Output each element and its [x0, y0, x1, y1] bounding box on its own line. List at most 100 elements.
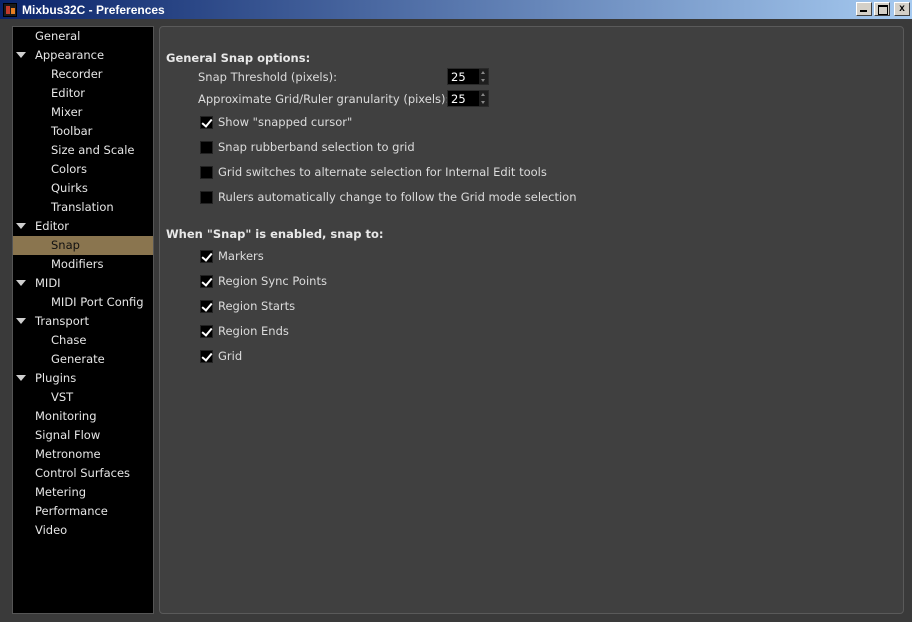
checkbox-label: Region Sync Points	[218, 274, 327, 288]
checkbox[interactable]	[200, 190, 213, 204]
expand-triangle-icon[interactable]	[16, 375, 26, 381]
close-button[interactable]: x	[894, 2, 910, 16]
sidebar-item-label: Transport	[35, 314, 89, 328]
sidebar-item-label: Recorder	[51, 67, 103, 81]
sidebar-item-size-and-scale[interactable]: Size and Scale	[13, 141, 153, 160]
checkbox-label: Markers	[218, 249, 264, 263]
sidebar-item-label: Video	[35, 523, 68, 537]
snap-threshold-value: 25	[451, 70, 466, 84]
expand-triangle-icon[interactable]	[16, 223, 26, 229]
checkbox[interactable]	[200, 324, 213, 338]
checkbox-label: Grid	[218, 349, 243, 363]
sidebar-item-editor[interactable]: Editor	[13, 217, 153, 236]
sidebar-item-label: Mixer	[51, 105, 83, 119]
expand-triangle-icon[interactable]	[16, 318, 26, 324]
sidebar-item-chase[interactable]: Chase	[13, 331, 153, 350]
sidebar-item-signal-flow[interactable]: Signal Flow	[13, 426, 153, 445]
expand-triangle-icon[interactable]	[16, 52, 26, 58]
sidebar-item-metronome[interactable]: Metronome	[13, 445, 153, 464]
app-icon[interactable]	[3, 2, 17, 17]
sidebar-item-recorder[interactable]: Recorder	[13, 65, 153, 84]
sidebar-item-vst[interactable]: VST	[13, 388, 153, 407]
checkbox-label: Show "snapped cursor"	[218, 115, 353, 129]
spinner-arrows[interactable]	[479, 69, 488, 84]
checkbox[interactable]	[200, 274, 213, 288]
sidebar-item-midi[interactable]: MIDI	[13, 274, 153, 293]
sidebar-item-appearance[interactable]: Appearance	[13, 46, 153, 65]
sidebar-item-label: General	[35, 29, 81, 43]
sidebar-item-label: Toolbar	[51, 124, 93, 138]
sidebar-item-label: Translation	[51, 200, 114, 214]
checkbox-label: Grid switches to alternate selection for…	[218, 165, 547, 179]
sidebar-item-general[interactable]: General	[13, 27, 153, 46]
sidebar-item-control-surfaces[interactable]: Control Surfaces	[13, 464, 153, 483]
preferences-sidebar: General Appearance Recorder Editor Mixer Tool…	[12, 26, 154, 614]
sidebar-item-performance[interactable]: Performance	[13, 502, 153, 521]
checkbox[interactable]	[200, 140, 213, 154]
minimize-button[interactable]	[856, 2, 872, 16]
sidebar-item-label: Plugins	[35, 371, 77, 385]
sidebar-item-plugins[interactable]: Plugins	[13, 369, 153, 388]
sidebar-item-snap[interactable]: Snap	[13, 236, 153, 255]
sidebar-item-label: Performance	[35, 504, 108, 518]
sidebar-item-editor[interactable]: Editor	[13, 84, 153, 103]
sidebar-item-label: Quirks	[51, 181, 88, 195]
snap-threshold-label: Snap Threshold (pixels):	[198, 70, 337, 84]
checkbox[interactable]	[200, 349, 213, 363]
sidebar-item-label: Generate	[51, 352, 105, 366]
expand-triangle-icon[interactable]	[16, 280, 26, 286]
sidebar-item-mixer[interactable]: Mixer	[13, 103, 153, 122]
sidebar-item-translation[interactable]: Translation	[13, 198, 153, 217]
checkbox-row-markers[interactable]: Markers	[200, 248, 264, 264]
checkbox-row-region-ends[interactable]: Region Ends	[200, 323, 289, 339]
title-bar: Mixbus32C - Preferences x	[0, 0, 912, 19]
sidebar-item-midi-port-config[interactable]: MIDI Port Config	[13, 293, 153, 312]
checkbox-label: Region Starts	[218, 299, 296, 313]
sidebar-item-label: Metronome	[35, 447, 101, 461]
sidebar-item-label: Chase	[51, 333, 87, 347]
sidebar-item-quirks[interactable]: Quirks	[13, 179, 153, 198]
sidebar-item-toolbar[interactable]: Toolbar	[13, 122, 153, 141]
sidebar-item-label: Colors	[51, 162, 88, 176]
sidebar-item-colors[interactable]: Colors	[13, 160, 153, 179]
snap-preferences-panel: General Snap options: Snap Threshold (pi…	[159, 26, 904, 614]
granularity-spinner[interactable]: 25	[447, 90, 489, 107]
sidebar-item-video[interactable]: Video	[13, 521, 153, 540]
checkbox-row-rulers-automatically-change-to-follow-the-grid-mode-selection[interactable]: Rulers automatically change to follow th…	[200, 189, 577, 205]
sidebar-item-generate[interactable]: Generate	[13, 350, 153, 369]
checkbox-row-show-snapped-cursor[interactable]: Show "snapped cursor"	[200, 114, 352, 130]
checkbox-row-region-starts[interactable]: Region Starts	[200, 298, 295, 314]
sidebar-item-label: Size and Scale	[51, 143, 135, 157]
sidebar-item-modifiers[interactable]: Modifiers	[13, 255, 153, 274]
sidebar-item-transport[interactable]: Transport	[13, 312, 153, 331]
general-snap-heading: General Snap options:	[166, 51, 311, 65]
checkbox[interactable]	[200, 249, 213, 263]
checkbox-label: Snap rubberband selection to grid	[218, 140, 415, 154]
snap-threshold-spinner[interactable]: 25	[447, 68, 489, 85]
sidebar-item-label: Snap	[51, 238, 80, 252]
checkbox-row-region-sync-points[interactable]: Region Sync Points	[200, 273, 327, 289]
checkbox[interactable]	[200, 165, 213, 179]
snap-to-heading: When "Snap" is enabled, snap to:	[166, 227, 384, 241]
sidebar-item-label: Modifiers	[51, 257, 104, 271]
sidebar-item-label: Control Surfaces	[35, 466, 131, 480]
sidebar-item-label: Editor	[51, 86, 86, 100]
sidebar-item-metering[interactable]: Metering	[13, 483, 153, 502]
spinner-arrows[interactable]	[479, 91, 488, 106]
sidebar-item-label: Editor	[35, 219, 70, 233]
sidebar-item-label: Metering	[35, 485, 87, 499]
granularity-value: 25	[451, 92, 466, 106]
checkbox[interactable]	[200, 115, 213, 129]
window-title: Mixbus32C - Preferences	[22, 2, 165, 17]
sidebar-item-label: VST	[51, 390, 74, 404]
checkbox-row-grid[interactable]: Grid	[200, 348, 242, 364]
checkbox-row-snap-rubberband-selection-to-grid[interactable]: Snap rubberband selection to grid	[200, 139, 415, 155]
sidebar-item-monitoring[interactable]: Monitoring	[13, 407, 153, 426]
checkbox[interactable]	[200, 299, 213, 313]
checkbox-row-grid-switches-to-alternate-selection-for-internal-edit-tools[interactable]: Grid switches to alternate selection for…	[200, 164, 547, 180]
sidebar-item-label: MIDI Port Config	[51, 295, 144, 309]
sidebar-item-label: Appearance	[35, 48, 105, 62]
maximize-button[interactable]	[874, 2, 890, 16]
sidebar-item-label: Monitoring	[35, 409, 97, 423]
granularity-label: Approximate Grid/Ruler granularity (pixe…	[198, 92, 450, 106]
